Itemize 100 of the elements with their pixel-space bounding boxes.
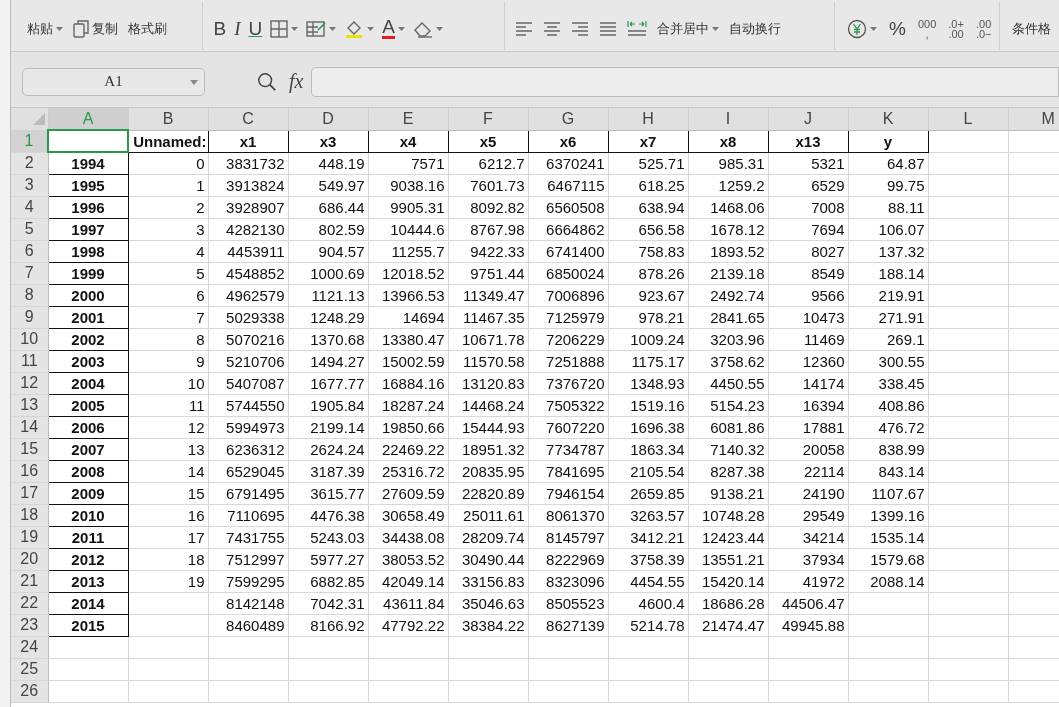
spreadsheet-cell[interactable]: 11570.58: [448, 350, 528, 372]
spreadsheet-cell[interactable]: 16: [128, 504, 208, 526]
spreadsheet-cell[interactable]: 5029338: [208, 306, 288, 328]
spreadsheet-cell[interactable]: 99.75: [848, 174, 928, 196]
spreadsheet-cell[interactable]: 7376720: [528, 372, 608, 394]
spreadsheet-cell[interactable]: 7599295: [208, 570, 288, 592]
spreadsheet-cell[interactable]: 4548852: [208, 262, 288, 284]
spreadsheet-cell[interactable]: 7694: [768, 218, 848, 240]
spreadsheet-cell[interactable]: 14468.24: [448, 394, 528, 416]
spreadsheet-cell[interactable]: 6081.86: [688, 416, 768, 438]
spreadsheet-cell[interactable]: 8222969: [528, 548, 608, 570]
spreadsheet-cell[interactable]: 12: [128, 416, 208, 438]
spreadsheet-cell[interactable]: 25011.61: [448, 504, 528, 526]
spreadsheet-cell[interactable]: 9: [128, 350, 208, 372]
spreadsheet-cell[interactable]: 8287.38: [688, 460, 768, 482]
spreadsheet-cell[interactable]: 6791495: [208, 482, 288, 504]
spreadsheet-cell[interactable]: 6850024: [528, 262, 608, 284]
spreadsheet-cell[interactable]: 12360: [768, 350, 848, 372]
spreadsheet-cell[interactable]: 34214: [768, 526, 848, 548]
toolbar-button[interactable]: 粘贴: [27, 19, 63, 38]
spreadsheet-cell[interactable]: 5070216: [208, 328, 288, 350]
spreadsheet-cell[interactable]: 35046.63: [448, 592, 528, 614]
spreadsheet-cell[interactable]: 9138.21: [688, 482, 768, 504]
spreadsheet-cell[interactable]: 1678.12: [688, 218, 768, 240]
spreadsheet-cell[interactable]: 7042.31: [288, 592, 368, 614]
spreadsheet-cell[interactable]: 8142148: [208, 592, 288, 614]
spreadsheet-cell[interactable]: 10: [128, 372, 208, 394]
spreadsheet-cell[interactable]: 2003: [48, 350, 128, 372]
toolbar-button[interactable]: 自动换行: [728, 19, 781, 38]
spreadsheet-cell[interactable]: 4450.55: [688, 372, 768, 394]
spreadsheet-cell[interactable]: 1494.27: [288, 350, 368, 372]
spreadsheet-cell[interactable]: 5154.23: [688, 394, 768, 416]
spreadsheet-cell[interactable]: 985.31: [688, 152, 768, 174]
spreadsheet-cell[interactable]: 2659.85: [608, 482, 688, 504]
spreadsheet-cell[interactable]: 2007: [48, 438, 128, 460]
spreadsheet-cell[interactable]: 18287.24: [368, 394, 448, 416]
spreadsheet-cell[interactable]: 11469: [768, 328, 848, 350]
spreadsheet-cell[interactable]: 10444.6: [368, 218, 448, 240]
spreadsheet-cell[interactable]: 3263.57: [608, 504, 688, 526]
spreadsheet-cell[interactable]: 9422.33: [448, 240, 528, 262]
column-header[interactable]: D: [288, 108, 368, 130]
spreadsheet-cell[interactable]: 7008: [768, 196, 848, 218]
spreadsheet-cell[interactable]: 6370241: [528, 152, 608, 174]
spreadsheet-cell[interactable]: 18951.32: [448, 438, 528, 460]
spreadsheet-cell[interactable]: 3412.21: [608, 526, 688, 548]
spreadsheet-cell[interactable]: 10671.78: [448, 328, 528, 350]
spreadsheet-cell[interactable]: 38384.22: [448, 614, 528, 636]
spreadsheet-cell[interactable]: 13551.21: [688, 548, 768, 570]
spreadsheet-cell[interactable]: 11349.47: [448, 284, 528, 306]
spreadsheet-cell[interactable]: 2012: [48, 548, 128, 570]
spreadsheet-cell[interactable]: 2013: [48, 570, 128, 592]
spreadsheet-cell[interactable]: x7: [608, 130, 688, 152]
spreadsheet-cell[interactable]: 8505523: [528, 592, 608, 614]
spreadsheet-cell[interactable]: 137.32: [848, 240, 928, 262]
spreadsheet-cell[interactable]: 33156.83: [448, 570, 528, 592]
row-header[interactable]: 25: [11, 658, 48, 680]
spreadsheet-cell[interactable]: 22820.89: [448, 482, 528, 504]
spreadsheet-cell[interactable]: 106.07: [848, 218, 928, 240]
spreadsheet-cell[interactable]: 4476.38: [288, 504, 368, 526]
spreadsheet-cell[interactable]: 1997: [48, 218, 128, 240]
spreadsheet-cell[interactable]: 28209.74: [448, 526, 528, 548]
spreadsheet-cell[interactable]: 15002.59: [368, 350, 448, 372]
spreadsheet-cell[interactable]: 13120.83: [448, 372, 528, 394]
spreadsheet-cell[interactable]: 13966.53: [368, 284, 448, 306]
spreadsheet-cell[interactable]: 14174: [768, 372, 848, 394]
row-header[interactable]: 21: [11, 570, 48, 592]
spreadsheet-cell[interactable]: 11467.35: [448, 306, 528, 328]
row-header[interactable]: 5: [11, 218, 48, 240]
align-left-icon[interactable]: [514, 20, 533, 37]
spreadsheet-cell[interactable]: 21474.47: [688, 614, 768, 636]
spreadsheet-cell[interactable]: 2: [128, 196, 208, 218]
spreadsheet-cell[interactable]: 3831732: [208, 152, 288, 174]
borders-icon[interactable]: [270, 19, 289, 38]
spreadsheet-cell[interactable]: 3758.39: [608, 548, 688, 570]
row-header[interactable]: 26: [11, 680, 48, 702]
spreadsheet-cell[interactable]: 88.11: [848, 196, 928, 218]
spreadsheet-cell[interactable]: 20835.95: [448, 460, 528, 482]
caret-icon[interactable]: [291, 26, 299, 31]
spreadsheet-cell[interactable]: 2015: [48, 614, 128, 636]
spreadsheet-cell[interactable]: 1995: [48, 174, 128, 196]
spreadsheet-cell[interactable]: 9751.44: [448, 262, 528, 284]
spreadsheet-cell[interactable]: 27609.59: [368, 482, 448, 504]
spreadsheet-cell[interactable]: 6: [128, 284, 208, 306]
spreadsheet-cell[interactable]: 2139.18: [688, 262, 768, 284]
caret-icon[interactable]: [711, 26, 719, 31]
spreadsheet-cell[interactable]: 8323096: [528, 570, 608, 592]
spreadsheet-cell[interactable]: 656.58: [608, 218, 688, 240]
spreadsheet-cell[interactable]: 878.26: [608, 262, 688, 284]
spreadsheet-cell[interactable]: x6: [528, 130, 608, 152]
spreadsheet-cell[interactable]: 978.21: [608, 306, 688, 328]
spreadsheet-cell[interactable]: 8061370: [528, 504, 608, 526]
spreadsheet-cell[interactable]: 2492.74: [688, 284, 768, 306]
spreadsheet-cell[interactable]: 8166.92: [288, 614, 368, 636]
spreadsheet-cell[interactable]: 18686.28: [688, 592, 768, 614]
spreadsheet-cell[interactable]: 838.99: [848, 438, 928, 460]
spreadsheet-cell[interactable]: 923.67: [608, 284, 688, 306]
caret-icon[interactable]: [56, 26, 63, 31]
spreadsheet-cell[interactable]: 2199.14: [288, 416, 368, 438]
spreadsheet-cell[interactable]: 1248.29: [288, 306, 368, 328]
spreadsheet-cell[interactable]: 7251888: [528, 350, 608, 372]
